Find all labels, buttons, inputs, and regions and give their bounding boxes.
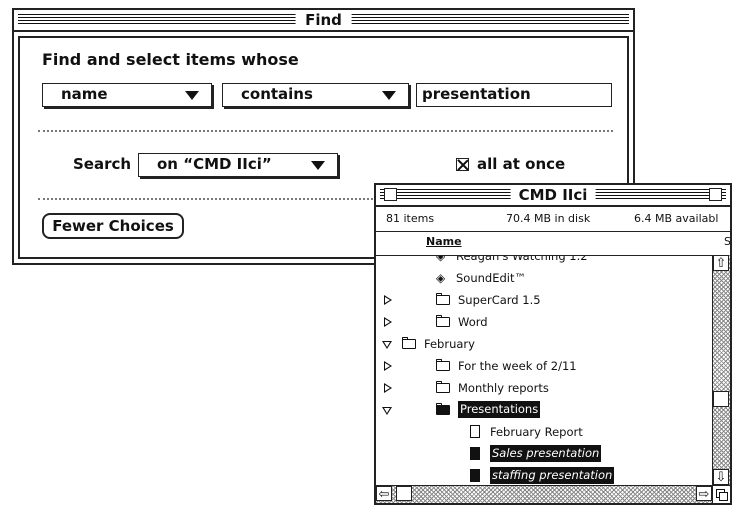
disclosure-triangle-icon[interactable] <box>382 341 392 349</box>
separator <box>38 130 613 132</box>
find-heading: Find and select items whose <box>42 50 299 69</box>
list-item-label: Sales presentation <box>490 445 602 462</box>
column-name-header[interactable]: Name <box>426 235 462 248</box>
all-at-once-checkbox[interactable] <box>456 158 469 171</box>
folder-icon <box>436 359 450 371</box>
document-icon <box>470 469 480 482</box>
app-icon: ◈ <box>436 271 446 285</box>
search-scope-value: on “CMD IIci” <box>157 155 272 173</box>
column-size-header[interactable]: S <box>724 235 730 248</box>
horizontal-scrollbar[interactable]: ⇦ ⇨ <box>376 485 712 503</box>
list-item-label: SoundEdit™ <box>456 271 526 285</box>
disclosure-triangle-icon[interactable] <box>384 383 392 393</box>
resize-grow-icon[interactable] <box>712 485 730 503</box>
list-item-label: For the week of 2/11 <box>458 359 577 373</box>
field-popup-value: name <box>61 85 108 103</box>
app-icon: ◈ <box>436 256 446 263</box>
list-item-label: Word <box>458 315 488 329</box>
finder-titlebar[interactable]: CMD IIci <box>376 185 730 207</box>
disclosure-triangle-icon[interactable] <box>382 407 392 415</box>
find-titlebar[interactable]: Find <box>14 10 633 32</box>
scroll-up-arrow-icon[interactable]: ⇧ <box>713 255 729 271</box>
document-icon <box>470 425 480 438</box>
vertical-scrollbar[interactable]: ⇧ ⇩ <box>712 255 730 485</box>
column-header: Name S <box>376 231 730 256</box>
disclosure-triangle-icon[interactable] <box>384 361 392 371</box>
finder-window: CMD IIci 81 items 70.4 MB in disk 6.4 MB… <box>374 183 732 505</box>
chevron-down-icon <box>311 161 325 170</box>
fewer-choices-button[interactable]: Fewer Choices <box>42 213 184 239</box>
field-popup[interactable]: name <box>42 83 212 107</box>
disclosure-triangle-icon[interactable] <box>384 295 392 305</box>
close-box-icon[interactable] <box>384 188 397 201</box>
folder-icon <box>436 381 450 393</box>
chevron-down-icon <box>185 91 199 100</box>
folder-icon <box>436 403 450 415</box>
vertical-scroll-thumb[interactable] <box>713 391 729 407</box>
all-at-once-label: all at once <box>477 155 566 173</box>
list-item-label: Monthly reports <box>458 381 549 395</box>
item-count: 81 items <box>386 212 435 225</box>
folder-icon <box>402 337 416 349</box>
chevron-down-icon <box>382 91 396 100</box>
scroll-left-arrow-icon[interactable]: ⇦ <box>376 486 392 502</box>
operator-popup[interactable]: contains <box>222 83 409 107</box>
find-window-title: Find <box>295 10 352 30</box>
operator-popup-value: contains <box>241 85 313 103</box>
folder-icon <box>436 293 450 305</box>
finder-window-title: CMD IIci <box>510 185 596 205</box>
list-item-label: SuperCard 1.5 <box>458 293 541 307</box>
list-item-label: Presentations <box>458 401 541 418</box>
search-value-input[interactable]: presentation <box>416 83 612 107</box>
disclosure-triangle-icon[interactable] <box>384 317 392 327</box>
file-list: ◈ Reagan's Watching 1.2 ◈ SoundEdit™ Sup… <box>376 256 708 488</box>
document-icon <box>470 447 480 460</box>
zoom-box-icon[interactable] <box>709 188 722 201</box>
horizontal-scroll-thumb[interactable] <box>396 486 412 501</box>
folder-icon <box>436 315 450 327</box>
list-item-label: staffing presentation <box>490 467 615 484</box>
list-item-label: Reagan's Watching 1.2 <box>456 256 588 263</box>
scroll-down-arrow-icon[interactable]: ⇩ <box>713 469 729 485</box>
available-space: 6.4 MB availabl <box>634 212 719 225</box>
finder-info-bar: 81 items 70.4 MB in disk 6.4 MB availabl <box>376 207 730 232</box>
list-item-label: February Report <box>490 425 583 439</box>
search-scope-popup[interactable]: on “CMD IIci” <box>138 153 338 177</box>
list-item-label: February <box>424 337 475 351</box>
scroll-right-arrow-icon[interactable]: ⇨ <box>696 486 712 502</box>
disk-used: 70.4 MB in disk <box>506 212 591 225</box>
search-label: Search <box>73 155 132 173</box>
